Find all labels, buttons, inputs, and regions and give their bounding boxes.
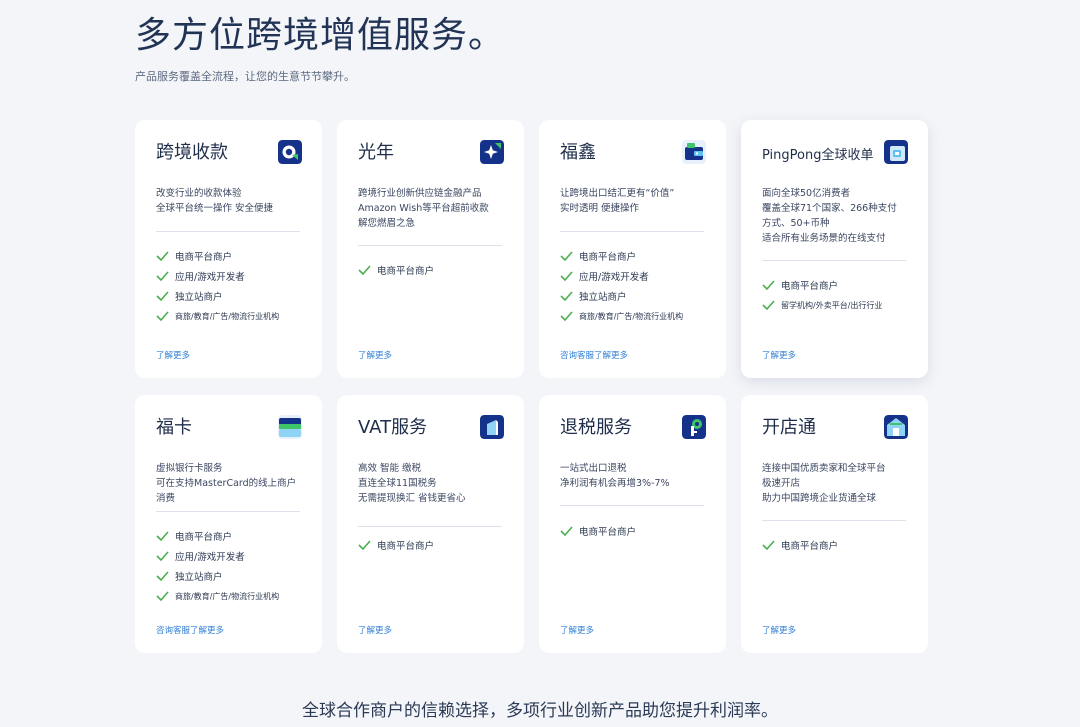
card-divider — [156, 511, 300, 512]
card-divider — [156, 231, 300, 232]
check-icon — [156, 551, 169, 561]
card-divider — [560, 505, 704, 506]
feature-item: 应用/游戏开发者 — [156, 266, 316, 286]
contact-support-link[interactable]: 咨询客服了解更多 — [560, 349, 628, 361]
card-divider — [762, 520, 906, 521]
feature-list: 电商平台商户 留学机构/外卖平台/出行行业 — [762, 275, 922, 315]
feature-item: 电商平台商户 — [358, 535, 518, 555]
feature-list: 电商平台商户 应用/游戏开发者 独立站商户 商旅/教育/广告/物流行业机构 — [156, 246, 316, 326]
card-divider — [358, 245, 502, 246]
card-description: 连接中国优质卖家和全球平台 极速开店 助力中国跨境企业货通全球 — [762, 463, 886, 504]
feature-item: 电商平台商户 — [762, 535, 922, 555]
service-card-cross-border-payment: 跨境收款 改变行业的收款体验 全球平台统一操作 安全便捷 电商平台商户 应用/游戏… — [135, 120, 322, 378]
card-title: PingPong全球收单 — [762, 148, 874, 163]
storefront-icon — [884, 415, 908, 439]
service-card-grid: 跨境收款 改变行业的收款体验 全球平台统一操作 安全便捷 电商平台商户 应用/游戏… — [135, 120, 929, 653]
feature-list: 电商平台商户 应用/游戏开发者 独立站商户 商旅/教育/广告/物流行业机构 — [560, 246, 720, 326]
feature-item: 电商平台商户 — [560, 521, 720, 541]
feature-item: 电商平台商户 — [156, 526, 316, 546]
service-card-lightyear: 光年 跨境行业创新供应链金融产品 Amazon Wish等平台超前收款 解您燃眉之急… — [337, 120, 524, 378]
card-divider — [358, 526, 502, 527]
feature-list: 电商平台商户 — [358, 260, 518, 280]
learn-more-link[interactable]: 了解更多 — [762, 349, 796, 361]
lightyear-star-icon — [480, 140, 504, 164]
feature-item: 应用/游戏开发者 — [156, 546, 316, 566]
card-description: 高效 智能 缴税 直连全球11国税务 无需提现换汇 省钱更省心 — [358, 463, 466, 504]
feature-item: 留学机构/外卖平台/出行行业 — [762, 295, 922, 315]
learn-more-link[interactable]: 了解更多 — [358, 349, 392, 361]
card-description: 一站式出口退税 净利润有机会再增3%-7% — [560, 463, 670, 489]
check-icon — [560, 291, 573, 301]
feature-list: 电商平台商户 应用/游戏开发者 独立站商户 商旅/教育/广告/物流行业机构 — [156, 526, 316, 606]
card-description: 跨境行业创新供应链金融产品 Amazon Wish等平台超前收款 解您燃眉之急 — [358, 188, 489, 229]
feature-item: 独立站商户 — [156, 286, 316, 306]
learn-more-link[interactable]: 了解更多 — [156, 349, 190, 361]
feature-item: 电商平台商户 — [560, 246, 720, 266]
learn-more-link[interactable]: 了解更多 — [560, 624, 594, 636]
check-icon — [560, 526, 573, 536]
check-icon — [358, 265, 371, 275]
service-card-tax-refund: 退税服务 一站式出口退税 净利润有机会再增3%-7% 电商平台商户 了解更多 — [539, 395, 726, 653]
feature-item: 电商平台商户 — [762, 275, 922, 295]
feature-list: 电商平台商户 — [358, 535, 518, 555]
page-subtitle: 产品服务覆盖全流程，让您的生意节节攀升。 — [135, 70, 355, 83]
check-icon — [560, 311, 573, 321]
card-divider — [762, 260, 906, 261]
wallet-icon — [682, 140, 706, 164]
check-icon — [156, 291, 169, 301]
check-icon — [358, 540, 371, 550]
feature-list: 电商平台商户 — [762, 535, 922, 555]
card-title: 福鑫 — [560, 142, 596, 163]
feature-list: 电商平台商户 — [560, 521, 720, 541]
service-card-store-opening: 开店通 连接中国优质卖家和全球平台 极速开店 助力中国跨境企业货通全球 电商平台商户… — [741, 395, 928, 653]
feature-item: 商旅/教育/广告/物流行业机构 — [156, 586, 316, 606]
card-divider — [560, 231, 704, 232]
learn-more-link[interactable]: 了解更多 — [358, 624, 392, 636]
service-card-fuka: 福卡 虚拟银行卡服务 可在支持MasterCard的线上商户 消费 电商平台商户 应… — [135, 395, 322, 653]
card-title: 开店通 — [762, 417, 816, 438]
card-description: 改变行业的收款体验 全球平台统一操作 安全便捷 — [156, 188, 274, 214]
card-title: 福卡 — [156, 417, 192, 438]
check-icon — [762, 540, 775, 550]
feature-item: 商旅/教育/广告/物流行业机构 — [156, 306, 316, 326]
check-icon — [560, 271, 573, 281]
feature-item: 电商平台商户 — [156, 246, 316, 266]
check-icon — [156, 531, 169, 541]
check-icon — [156, 271, 169, 281]
virtual-card-icon — [278, 415, 302, 439]
check-icon — [156, 251, 169, 261]
page-title: 多方位跨境增值服务。 — [135, 15, 506, 56]
service-card-vat: VAT服务 高效 智能 缴税 直连全球11国税务 无需提现换汇 省钱更省心 电商平台… — [337, 395, 524, 653]
check-icon — [560, 251, 573, 261]
feature-item: 商旅/教育/广告/物流行业机构 — [560, 306, 720, 326]
check-icon — [156, 571, 169, 581]
feature-item: 独立站商户 — [156, 566, 316, 586]
vat-document-icon — [480, 415, 504, 439]
contact-support-link[interactable]: 咨询客服了解更多 — [156, 624, 224, 636]
service-card-global-acquiring: PingPong全球收单 面向全球50亿消费者 覆盖全球71个国家、266种支付方… — [741, 120, 928, 378]
card-description: 虚拟银行卡服务 可在支持MasterCard的线上商户 消费 — [156, 463, 297, 504]
card-title: VAT服务 — [358, 417, 428, 438]
learn-more-link[interactable]: 了解更多 — [762, 624, 796, 636]
feature-item: 独立站商户 — [560, 286, 720, 306]
card-title: 跨境收款 — [156, 142, 228, 163]
feature-item: 应用/游戏开发者 — [560, 266, 720, 286]
check-icon — [762, 300, 775, 310]
payment-q-icon — [278, 140, 302, 164]
card-terminal-icon — [884, 140, 908, 164]
check-icon — [156, 591, 169, 601]
check-icon — [762, 280, 775, 290]
service-card-fuxin: 福鑫 让跨境出口结汇更有“价值” 实时透明 便捷操作 电商平台商户 应用/游戏开发… — [539, 120, 726, 378]
card-description: 面向全球50亿消费者 覆盖全球71个国家、266种支付 方式、50+币种 适合所有业务… — [762, 188, 897, 244]
check-icon — [156, 311, 169, 321]
tax-refund-icon — [682, 415, 706, 439]
card-title: 光年 — [358, 142, 394, 163]
footer-tagline: 全球合作商户的信赖选择，多项行业创新产品助您提升利润率。 — [302, 701, 778, 721]
card-description: 让跨境出口结汇更有“价值” 实时透明 便捷操作 — [560, 188, 675, 214]
feature-item: 电商平台商户 — [358, 260, 518, 280]
card-title: 退税服务 — [560, 417, 632, 438]
